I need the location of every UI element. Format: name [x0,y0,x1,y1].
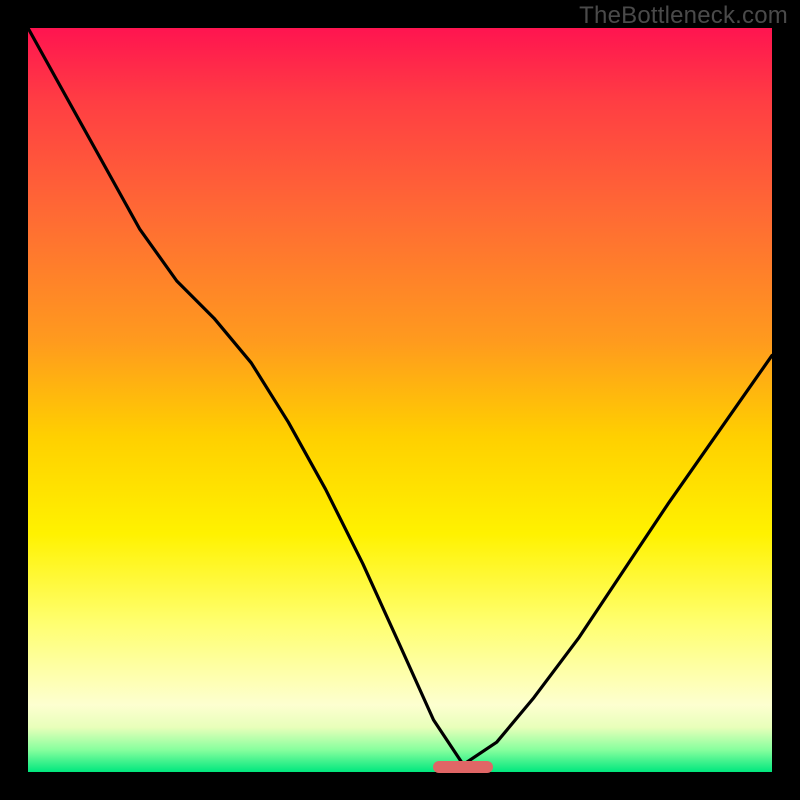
plot-area [28,28,772,772]
watermark-text: TheBottleneck.com [579,2,788,30]
chart-frame: TheBottleneck.com [0,0,800,800]
optimal-marker [433,761,493,773]
bottleneck-curve [28,28,772,772]
